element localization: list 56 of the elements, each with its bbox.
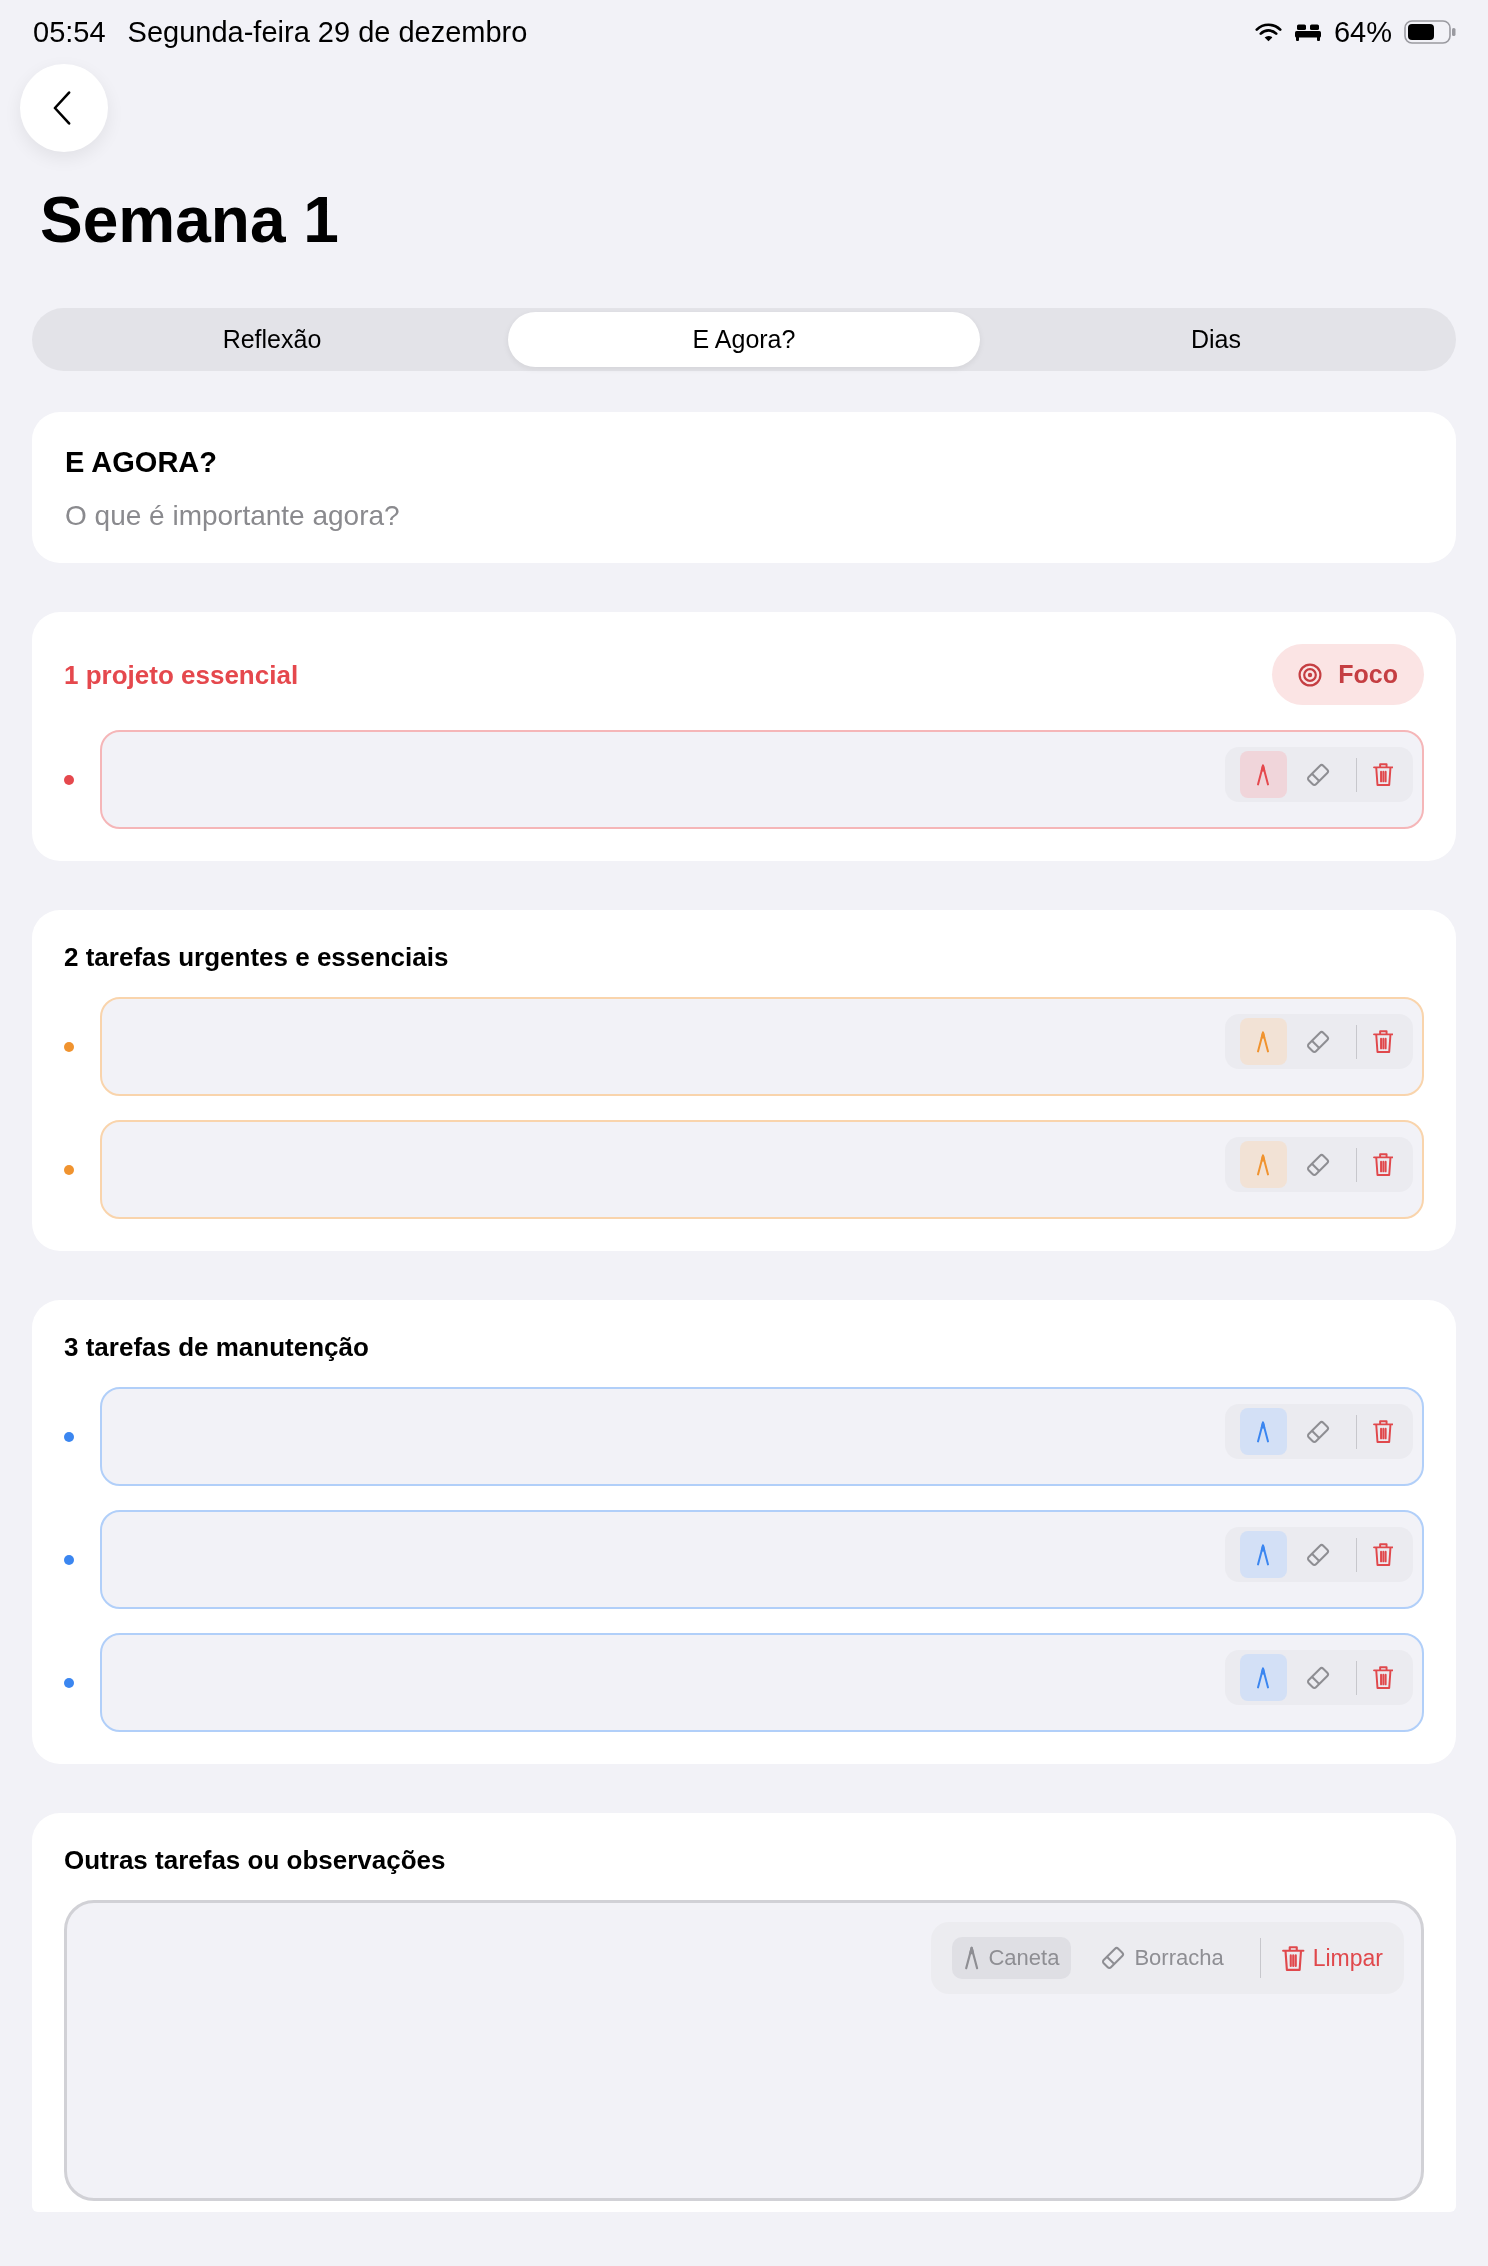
status-time: 05:54 [33,15,106,49]
input-field[interactable] [100,1510,1424,1609]
pen-button[interactable] [1239,1654,1287,1701]
battery-icon [1404,20,1456,44]
pen-button[interactable] [1239,751,1287,798]
trash-icon [1372,1420,1394,1443]
input-field[interactable] [100,1633,1424,1732]
pen-button[interactable] [1239,1531,1287,1578]
trash-icon [1372,1153,1394,1176]
pen-icon [1256,763,1270,786]
trash-icon [1282,1945,1305,1971]
trash-icon [1372,1030,1394,1053]
pen-icon [1256,1666,1270,1689]
tab[interactable]: Dias [980,312,1452,367]
pen-icon [1256,1543,1270,1566]
eraser-icon [1306,1542,1330,1567]
pen-icon [1256,1030,1270,1053]
pen-button[interactable] [1239,1018,1287,1065]
trash-icon [1372,763,1394,786]
trash-icon [1372,1666,1394,1689]
tab[interactable]: Reflexão [36,312,508,367]
input-field[interactable] [100,1120,1424,1219]
pen-icon [1256,1153,1270,1176]
page-title: Semana 1 [40,183,339,258]
eraser-icon [1306,1419,1330,1444]
eraser-icon [1306,762,1330,787]
target-icon [1298,662,1323,687]
eraser-button[interactable]: Borracha [1089,1937,1236,1979]
clear-button[interactable]: Limpar [1274,1937,1383,1979]
status-date: Segunda-feira 29 de dezembro [127,15,528,49]
eraser-icon [1306,1029,1330,1054]
pen-button[interactable] [1239,1408,1287,1455]
focus-button[interactable]: Foco [1272,644,1424,705]
card-title: E AGORA? [65,445,217,480]
pen-icon [964,1946,980,1970]
section-title: 3 tarefas de manutenção [64,1332,369,1362]
pen-icon [1256,1420,1270,1443]
chevron-left-icon [53,91,71,125]
eraser-icon [1306,1152,1330,1177]
trash-icon [1372,1543,1394,1566]
input-field[interactable] [100,1387,1424,1486]
section-title: 1 projeto essencial [64,659,299,690]
pen-button[interactable] [1239,1141,1287,1188]
section-title: Outras tarefas ou observações [64,1845,446,1875]
eraser-icon [1101,1946,1126,1970]
section-title: 2 tarefas urgentes e essenciais [64,942,449,972]
input-field[interactable] [100,730,1424,829]
tab[interactable]: E Agora? [508,312,980,367]
card-subtitle: O que é importante agora? [65,499,400,533]
battery-percentage: 64% [1333,15,1392,49]
input-field[interactable] [100,997,1424,1096]
drawing-area[interactable]: Caneta Borracha Limpar [64,1900,1424,2201]
wifi-icon [1254,22,1282,42]
eraser-icon [1306,1665,1330,1690]
bed-icon [1293,22,1322,42]
pen-button[interactable]: Caneta [952,1937,1072,1979]
